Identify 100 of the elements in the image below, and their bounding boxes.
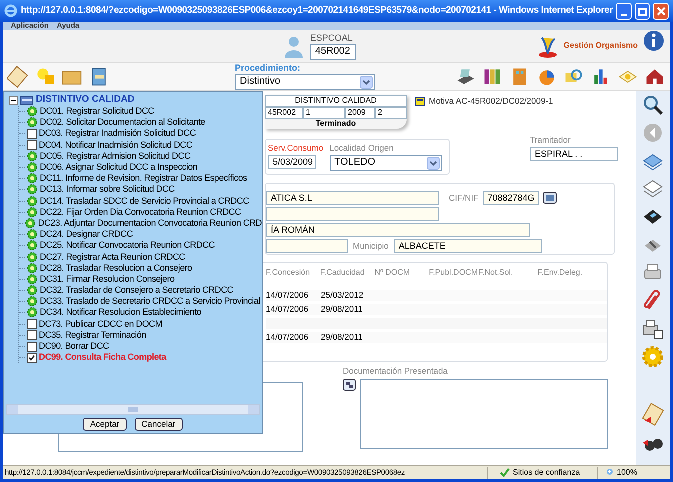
tree-item[interactable]: DC27. Registrar Acta Reunion CRDCC [40,252,186,263]
address-field[interactable]: ÍA ROMÁN [266,223,530,237]
checkbox[interactable] [27,319,37,330]
gear-icon [27,173,38,184]
tree-item[interactable]: DC73. Publicar CDCC en DOCM [39,318,162,330]
collapse-icon[interactable] [9,96,18,104]
address-line-field[interactable] [266,207,439,221]
table-cell-text: 14/07/2006 [266,304,310,315]
dialog-button[interactable]: Cancelar [134,418,183,430]
tree-item[interactable]: DC28. Trasladar Resolucion a Consejero [40,262,192,274]
tree-item[interactable]: DC01. Registrar Solicitud DCC [40,106,154,118]
caret-icon [360,76,373,88]
scroll-thumb[interactable] [128,407,138,412]
locality-select[interactable]: TOLEDO [330,155,442,171]
gear-icon [27,262,38,274]
record-field: 2009 [345,107,375,119]
document-icon[interactable] [415,96,425,106]
table-cell-text: 14/07/2006 [266,290,310,301]
municipality-field[interactable]: ALBACETE [394,239,542,253]
gear-icon [27,150,38,162]
record-status: Terminado [314,119,358,129]
window-title: http://127.0.0.1:8084/?ezcodigo=W0090325093826ESP006&ezcoy1=200702141649ESP63579&nodo=200702141 - Windows Internet Explorer [21,4,614,18]
security-zone: Sitios de confianza [513,466,580,478]
checkbox[interactable] [27,128,37,139]
windows-icon[interactable] [343,379,356,391]
date-field[interactable]: 5/03/2009 [268,155,316,169]
column-header: F.Concesión [266,267,312,279]
gear-icon [27,162,38,174]
app-name: Gestión Organismo [564,40,638,52]
gear-icon [27,106,38,118]
close-button[interactable] [653,2,669,20]
dialog-button[interactable]: Aceptar [83,418,127,430]
horizontal-scrollbar[interactable] [6,404,260,415]
table-cell-text: 14/07/2006 [266,332,310,343]
handler-field[interactable]: ESPIRAL . . [530,147,618,161]
handler-label: Tramitador [530,135,572,145]
cif-field[interactable]: 70882784G [482,191,539,205]
tree-item[interactable]: DC34. Notificar Resolucion Establecimiento [40,307,202,318]
minimize-button[interactable] [616,2,632,20]
card-icon[interactable] [542,192,557,204]
record-field: 2 [375,107,407,119]
column-header: F.Not.Sol. [478,267,514,279]
procedure-label: Procedimiento: [235,63,302,74]
column-header: F.Caducidad [320,267,366,279]
tree-item[interactable]: DC31. Firmar Resolucion Consejero [40,274,175,285]
locality-label: Localidad Origen [330,143,395,153]
tree-item[interactable]: DC32. Trasladar de Consejero a Secretario CRDCC [40,285,234,296]
gear-icon [27,252,38,263]
search-icon[interactable] [641,93,665,117]
gear-icon [27,229,38,240]
tree-item[interactable]: DC25. Notificar Convocatoria Reunion CRDCC [40,240,215,252]
gear-icon [27,307,38,318]
tree-item[interactable]: DC04. Notificar Inadmisión Solicitud DCC [39,140,193,151]
tree-root-label[interactable]: DISTINTIVO CALIDAD [36,94,135,106]
gear-icon [27,196,38,207]
tree-item[interactable]: DC03. Registrar Inadmisión Solicitud DCC [39,128,196,140]
tree-item[interactable]: DC35. Registrar Terminación [39,330,146,341]
procedure-select[interactable]: Distintivo [235,74,375,90]
municipality-label: Municipio [353,240,389,252]
tree-item[interactable]: DC06. Asignar Solicitud DCC a Inspeccion [40,162,198,174]
table-cell-text: 29/08/2011 [321,304,364,315]
table-cell-text: 25/03/2012 [321,290,365,301]
postal-code-field[interactable] [266,239,348,253]
tree-item[interactable]: DC22. Fijar Orden Dia Convocatoria Reunion CRDCC [40,206,242,218]
zoom-level[interactable]: 100% [617,466,638,478]
gear-icon [25,218,36,229]
tree-item[interactable]: DC11. Informe de Revision. Registrar Datos Específicos [40,173,248,184]
tree-item[interactable]: DC05. Registrar Admision Solicitud DCC [40,150,191,162]
documents-label: Documentación Presentada [343,366,449,377]
column-header: F.Publ.DOCM [429,267,478,279]
record-title: DISTINTIVO CALIDAD [265,95,407,107]
name-field[interactable]: ATICA S.L [266,191,439,205]
info-icon[interactable] [642,29,666,53]
tree-item[interactable]: DC14. Trasladar SDCC de Servicio Provincial a CRDCC [40,196,250,207]
gear-icon [27,274,38,285]
checkbox[interactable] [27,342,37,352]
close-icon [656,6,666,16]
folder-icon [20,94,34,106]
gear-icon [27,296,38,308]
checkbox[interactable] [27,140,37,150]
tree-item[interactable]: DC24. Designar CRDCC [40,229,134,240]
gear-icon [27,117,38,128]
tree-item[interactable]: DC23. Adjuntar Documentacion Convocatoria Reunion CRD [38,218,262,229]
tree-item[interactable]: DC33. Traslado de Secretario CRDCC a Servicio Provincial [40,296,260,308]
browser-icon[interactable] [4,4,18,18]
office-select[interactable]: 45R002 [310,44,356,60]
checkbox[interactable] [27,330,37,340]
gear-icon [27,206,38,218]
cif-label: CIF/NIF [449,192,479,204]
tree-item[interactable]: DC90. Borrar DCC [39,341,110,352]
tree-item[interactable]: DC13. Informar sobre Solicitud DCC [40,184,175,196]
user-name: ESPCOAL [310,32,354,44]
gear-icon [27,184,38,196]
caret-icon [426,156,440,170]
tree-item[interactable]: DC02. Solicitar Documentacion al Solicitante [40,117,206,128]
maximize-button[interactable] [634,2,650,20]
checkbox[interactable] [27,352,37,363]
gear-icon [27,285,38,296]
record-field: 45R002 [265,107,303,119]
record-field: 1 [303,107,345,119]
